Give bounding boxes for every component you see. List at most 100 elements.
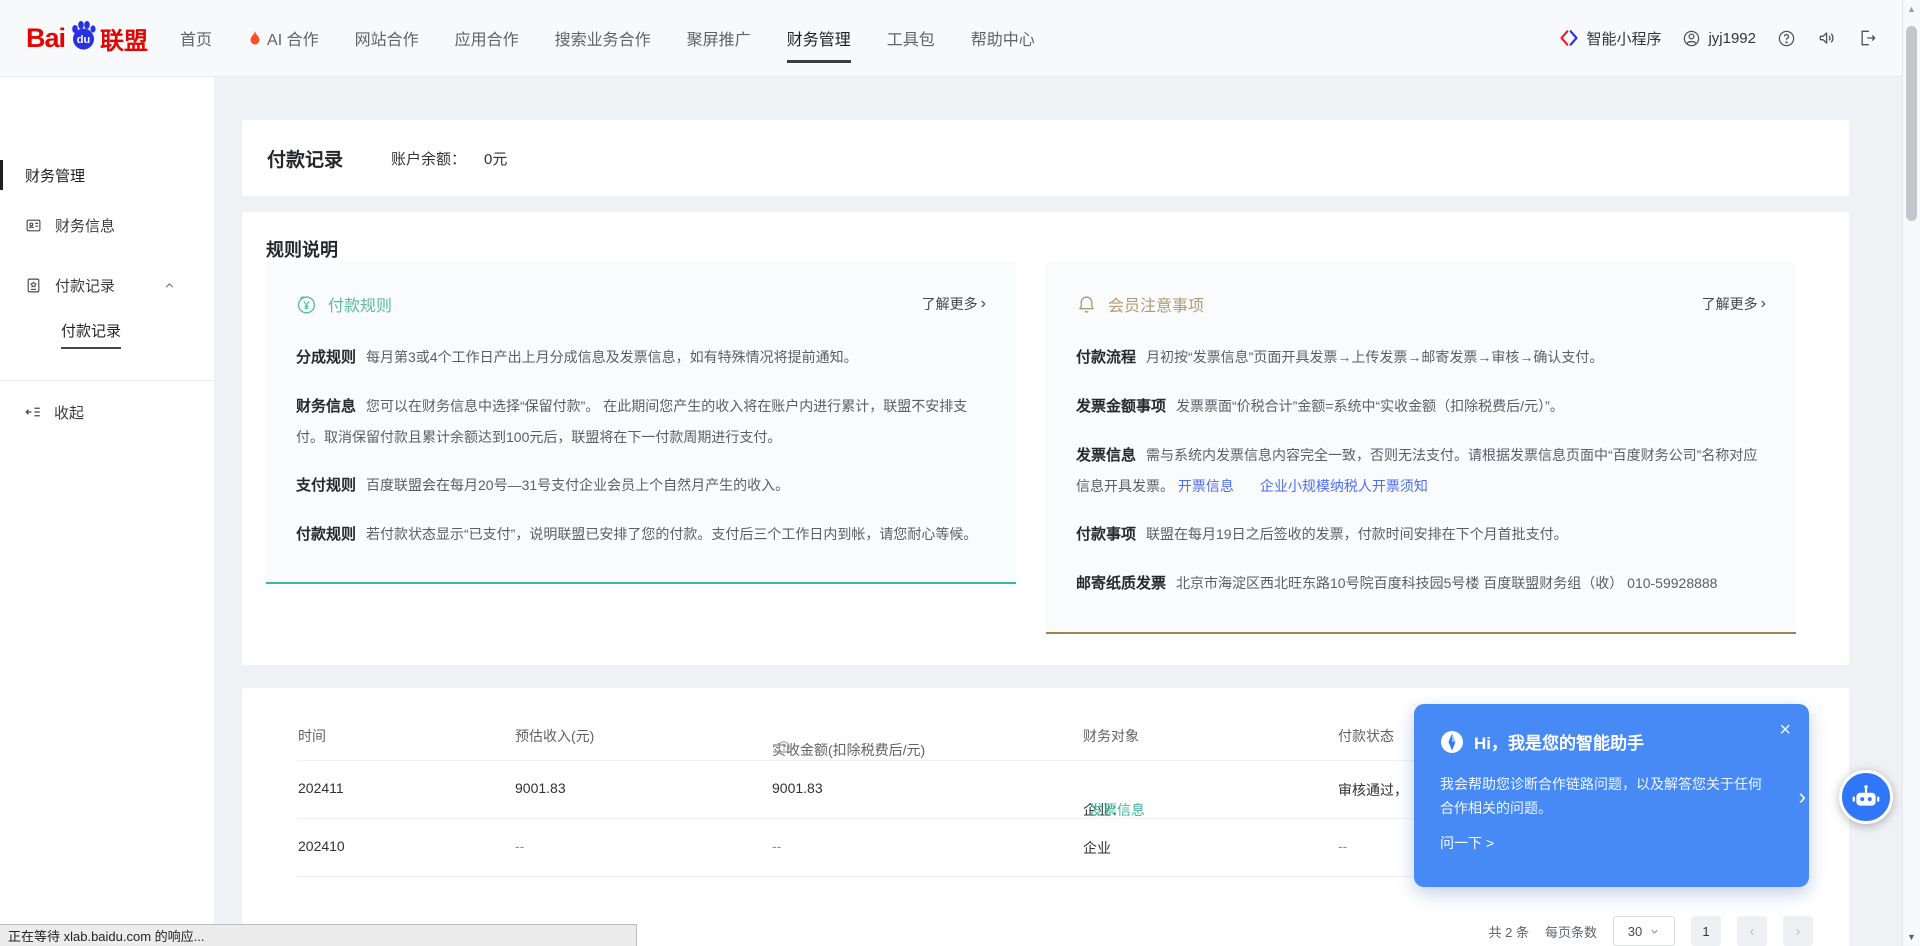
- vertical-scrollbar[interactable]: ▲ ▼: [1902, 0, 1920, 946]
- nav-right-group: 智能小程序 jyj1992: [1559, 28, 1878, 49]
- smart-miniprogram-icon: [1559, 28, 1579, 48]
- cell-payment-status: --: [1338, 838, 1347, 854]
- assistant-float-button[interactable]: [1839, 770, 1893, 824]
- collapse-icon: [24, 403, 42, 421]
- nav-item-website-coop[interactable]: 网站合作: [355, 0, 419, 77]
- finance-info-icon: [25, 217, 42, 234]
- scroll-up-arrow[interactable]: ▲: [1903, 4, 1920, 14]
- rule-paragraph: 付款规则若付款状态显示“已支付”，说明联盟已安排了您的付款。支付后三个工作日内到…: [296, 519, 986, 550]
- logo-text-bai: Bai: [26, 23, 65, 54]
- nav-item-ai-coop[interactable]: AI 合作: [248, 0, 319, 77]
- cell-actual: 9001.83: [772, 780, 823, 796]
- smart-miniprogram-link[interactable]: 智能小程序: [1559, 28, 1661, 49]
- rules-card: 规则说明 付款规则 了解更多› 分成规则每月第3或4个工作日产出上月分成信息及发…: [242, 212, 1849, 665]
- nav-item-juping-promo[interactable]: 聚屏推广: [687, 0, 751, 77]
- balance-value: 0元: [484, 148, 507, 169]
- next-page-button[interactable]: ›: [1783, 916, 1813, 946]
- prev-page-button[interactable]: ‹: [1737, 916, 1767, 946]
- nav-item-home[interactable]: 首页: [180, 0, 212, 77]
- baidu-paw-icon: du: [67, 19, 99, 51]
- chevron-down-icon: [1649, 926, 1660, 937]
- invoice-info-table-link[interactable]: 发票信息: [1089, 800, 1145, 820]
- sidebar-item-finance-info[interactable]: 财务信息: [0, 200, 214, 250]
- chevron-up-icon[interactable]: [163, 279, 176, 292]
- sidebar-collapse-button[interactable]: 收起: [0, 381, 214, 443]
- logout-icon[interactable]: [1858, 28, 1878, 48]
- logo-text-union: 联盟: [100, 21, 148, 56]
- rule-paragraph: 发票金额事项发票票面“价税合计”金额=系统中“实收金额（扣除税费后/元）”。: [1076, 391, 1766, 422]
- pagination: 共 2 条 每页条数 30 1 ‹ ›: [1489, 916, 1813, 946]
- assistant-arrow-icon[interactable]: ›: [1799, 784, 1806, 810]
- sidebar: 财务管理 财务信息 付款记录 付款记录: [0, 77, 214, 946]
- nav-item-app-coop[interactable]: 应用合作: [455, 0, 519, 77]
- chevron-right-icon: ›: [981, 297, 986, 311]
- page-header-card: 付款记录 账户余额： 0元: [242, 120, 1849, 196]
- cell-payment-status: 审核通过，: [1338, 780, 1408, 800]
- scrollbar-thumb[interactable]: [1906, 26, 1917, 221]
- balance-label: 账户余额：: [391, 148, 466, 169]
- col-header-time: 时间: [298, 726, 326, 746]
- flame-icon: [248, 30, 262, 46]
- assistant-title: Hi，我是您的智能助手: [1474, 729, 1644, 754]
- baidu-union-logo[interactable]: Bai du 联盟: [26, 19, 148, 57]
- cell-estimated: 9001.83: [515, 780, 566, 796]
- sidebar-item-payment-record[interactable]: 付款记录: [0, 260, 214, 310]
- cell-estimated: --: [515, 838, 524, 854]
- nav-item-search-coop[interactable]: 搜索业务合作: [555, 0, 651, 77]
- close-icon[interactable]: ×: [1779, 720, 1791, 740]
- user-account[interactable]: jyj1992: [1682, 29, 1756, 48]
- col-header-estimated-income: 预估收入(元): [515, 726, 594, 746]
- assistant-message: 我会帮助您诊断合作链路问题，以及解答您关于任何合作相关的问题。: [1440, 772, 1762, 820]
- invoice-info-link[interactable]: 开票信息: [1178, 478, 1234, 494]
- page-number-button[interactable]: 1: [1691, 916, 1721, 946]
- top-navbar: Bai du 联盟 首页 AI 合作 网站合作 应用合作 搜索业务合作 聚屏推广…: [0, 0, 1920, 77]
- member-notes-card: 会员注意事项 了解更多› 付款流程月初按“发票信息”页面开具发票→上传发票→邮寄…: [1046, 262, 1796, 634]
- col-header-finance-object: 财务对象: [1083, 726, 1139, 746]
- main-nav: 首页 AI 合作 网站合作 应用合作 搜索业务合作 聚屏推广 财务管理 工具包 …: [180, 0, 1035, 77]
- cell-time: 202410: [298, 838, 345, 854]
- user-icon: [1682, 29, 1701, 48]
- compass-icon: [1440, 730, 1464, 754]
- robot-icon: [1851, 782, 1881, 812]
- browser-status-bar: 正在等待 xlab.baidu.com 的响应...: [0, 924, 637, 946]
- payment-rules-title: 付款规则: [328, 292, 392, 316]
- rule-paragraph: 分成规则每月第3或4个工作日产出上月分成信息及发票信息，如有特殊情况将提前通知。: [296, 342, 986, 373]
- small-taxpayer-guide-link[interactable]: 企业小规模纳税人开票须知: [1260, 478, 1428, 494]
- cell-time: 202411: [298, 780, 344, 796]
- rule-paragraph: 支付规则百度联盟会在每月20号—31号支付企业会员上个自然月产生的收入。: [296, 470, 986, 501]
- bell-icon: [1076, 294, 1097, 315]
- rules-subcards: 付款规则 了解更多› 分成规则每月第3或4个工作日产出上月分成信息及发票信息，如…: [266, 262, 1825, 634]
- status-text: 正在等待 xlab.baidu.com 的响应...: [8, 926, 205, 945]
- cell-actual: --: [772, 838, 781, 854]
- assistant-popup: Hi，我是您的智能助手 × 我会帮助您诊断合作链路问题，以及解答您关于任何合作相…: [1414, 704, 1809, 887]
- payment-record-icon: [25, 277, 42, 294]
- sound-icon[interactable]: [1817, 28, 1837, 48]
- help-icon[interactable]: [1777, 29, 1796, 48]
- member-notes-more-link[interactable]: 了解更多›: [1702, 294, 1766, 314]
- scroll-down-arrow[interactable]: ▼: [1903, 932, 1920, 942]
- payment-rules-card: 付款规则 了解更多› 分成规则每月第3或4个工作日产出上月分成信息及发票信息，如…: [266, 262, 1016, 584]
- col-header-payment-status: 付款状态: [1338, 726, 1394, 746]
- column-help-icon[interactable]: [777, 740, 791, 754]
- rule-paragraph: 财务信息您可以在财务信息中选择“保留付款”。 在此期间您产生的收入将在账户内进行…: [296, 391, 986, 452]
- nav-item-finance-management[interactable]: 财务管理: [787, 0, 851, 77]
- page-title: 付款记录: [267, 145, 343, 172]
- yuan-circle-icon: [296, 294, 317, 315]
- assistant-ask-link[interactable]: 问一下 >: [1440, 833, 1783, 853]
- cell-finance-object: 企业: [1083, 838, 1111, 858]
- member-notes-title: 会员注意事项: [1108, 292, 1204, 316]
- page-size-select[interactable]: 30: [1613, 916, 1675, 946]
- total-count: 共 2 条: [1489, 922, 1529, 941]
- svg-text:du: du: [77, 34, 90, 46]
- per-page-label: 每页条数: [1545, 922, 1597, 941]
- rule-paragraph: 付款流程月初按“发票信息”页面开具发票→上传发票→邮寄发票→审核→确认支付。: [1076, 342, 1766, 373]
- nav-item-help-center[interactable]: 帮助中心: [971, 0, 1035, 77]
- sidebar-subitem-payment-record[interactable]: 付款记录: [0, 310, 214, 358]
- rules-section-title: 规则说明: [266, 238, 1825, 262]
- rule-paragraph: 付款事项联盟在每月19日之后签收的发票，付款时间安排在下个月首批支付。: [1076, 519, 1766, 550]
- chevron-right-icon: ›: [1761, 297, 1766, 311]
- rule-paragraph: 发票信息需与系统内发票信息内容完全一致，否则无法支付。请根据发票信息页面中“百度…: [1076, 440, 1766, 501]
- nav-item-toolkit[interactable]: 工具包: [887, 0, 935, 77]
- payment-rules-more-link[interactable]: 了解更多›: [922, 294, 986, 314]
- sidebar-section-finance-management[interactable]: 财务管理: [0, 160, 214, 190]
